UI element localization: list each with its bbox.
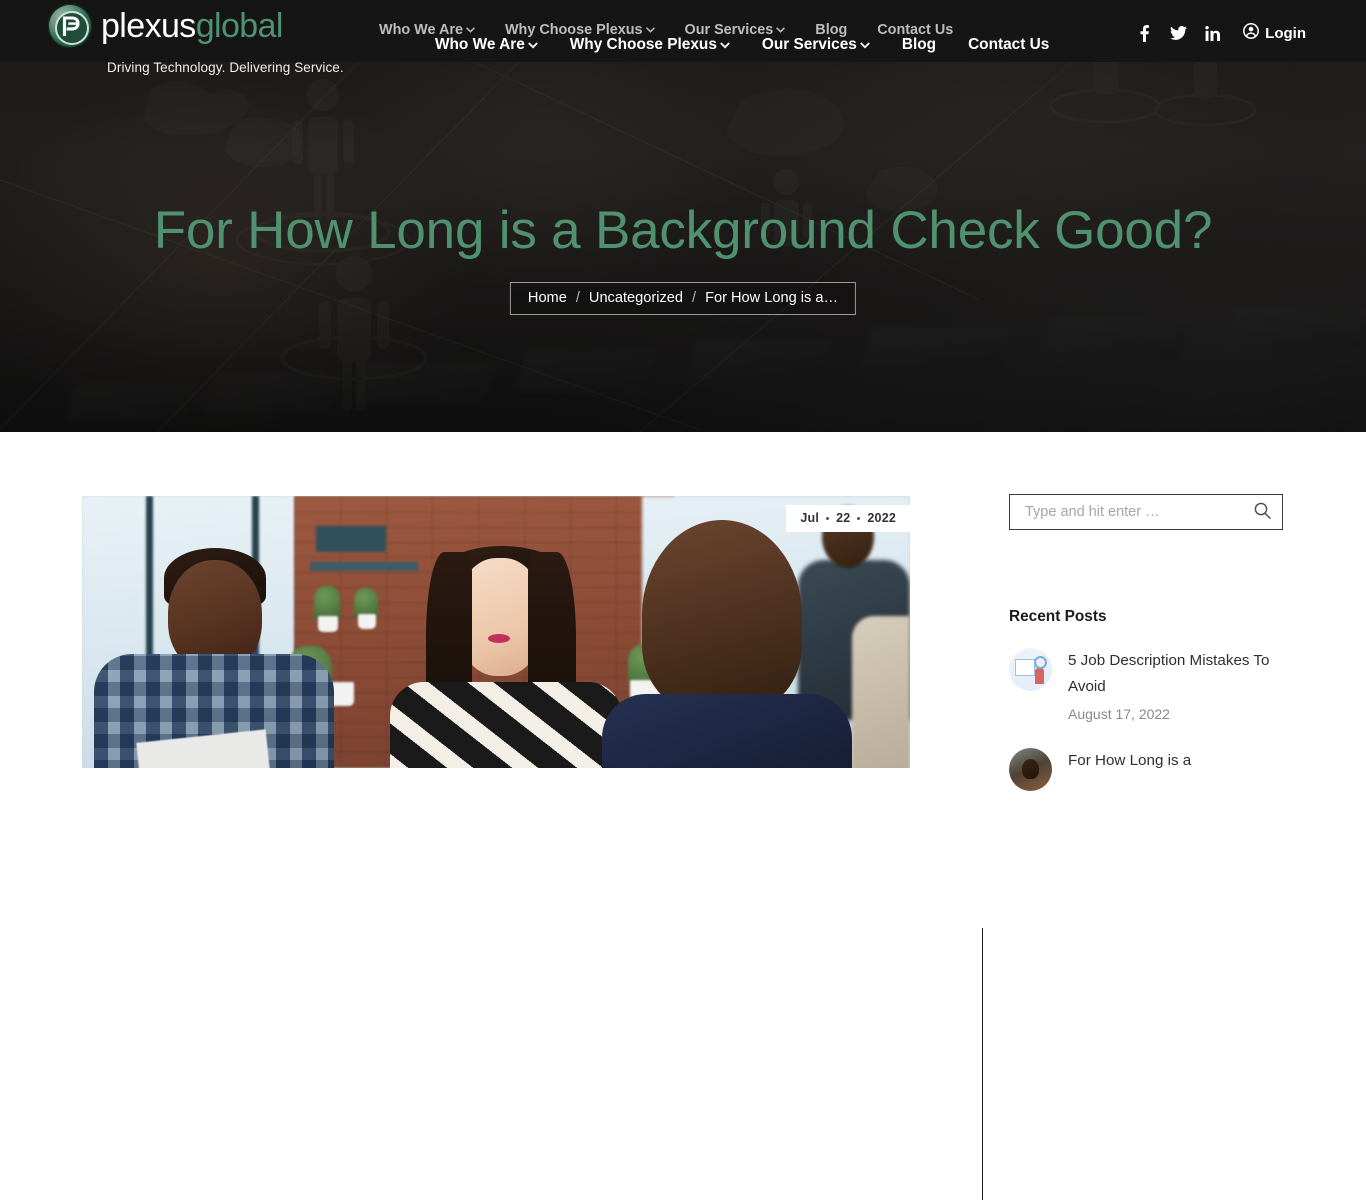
recent-post-title[interactable]: 5 Job Description Mistakes To Avoid (1068, 648, 1283, 700)
linkedin-icon[interactable] (1195, 18, 1229, 48)
twitter-icon[interactable] (1161, 18, 1195, 48)
nav-label: Why Choose Plexus (569, 36, 717, 53)
recent-post-item[interactable]: 5 Job Description Mistakes To Avoid Augu… (1009, 648, 1283, 726)
recent-post-thumbnail (1009, 648, 1052, 691)
post-date-month: Jul (800, 511, 820, 525)
recent-posts-list: 5 Job Description Mistakes To Avoid Augu… (1009, 648, 1283, 791)
sidebar: Recent Posts 5 Job Description Mistakes … (1009, 494, 1283, 813)
logo-tagline: Driving Technology. Delivering Service. (107, 60, 344, 75)
person-right-body (602, 694, 852, 768)
site-logo[interactable]: plexusglobal (48, 4, 283, 48)
main-content: Jul 22 2022 Recent Posts (0, 432, 1366, 1200)
search-box[interactable] (1009, 494, 1283, 530)
breadcrumb-item-current: For How Long is a… (705, 290, 839, 306)
nav-item-blog[interactable]: Blog (902, 36, 936, 54)
facebook-icon[interactable] (1127, 18, 1161, 48)
nav-label: Our Services (761, 36, 857, 53)
recent-post-item[interactable]: For How Long is a (1009, 748, 1283, 791)
breadcrumb-item-home[interactable]: Home (528, 290, 567, 306)
post-featured-image[interactable]: Jul 22 2022 (82, 496, 910, 768)
post-column: Jul 22 2022 (82, 496, 910, 768)
plant-pot (358, 614, 376, 629)
nav-item-contact-us[interactable]: Contact Us (968, 36, 1049, 54)
chevron-down-icon (860, 41, 870, 49)
date-dot (826, 516, 830, 520)
search-button[interactable] (1242, 495, 1282, 529)
page-title: For How Long is a Background Check Good? (153, 201, 1213, 260)
nav-item-why-choose-plexus[interactable]: Why Choose Plexus (570, 36, 730, 54)
breadcrumb: Home / Uncategorized / For How Long is a… (509, 282, 857, 315)
background-person-2 (852, 616, 910, 768)
nav-label: Who We Are (435, 36, 525, 53)
breadcrumb-separator: / (575, 290, 580, 306)
site-header: plexusglobal Who We Are Why Choose Plexu… (0, 0, 1366, 62)
person-right-head (642, 520, 802, 710)
post-date-badge: Jul 22 2022 (786, 505, 910, 532)
person-center-lips (488, 634, 510, 643)
recent-post-title[interactable]: For How Long is a (1068, 748, 1283, 774)
post-date-day: 22 (836, 511, 851, 525)
person-center-body (390, 682, 622, 768)
header-actions: Login (1127, 18, 1306, 48)
search-input[interactable] (1010, 495, 1242, 529)
chevron-down-icon (466, 27, 475, 33)
recent-post-thumbnail (1009, 748, 1052, 791)
plexus-logo-icon (48, 4, 92, 48)
plant (314, 586, 340, 620)
office-scene (82, 496, 910, 768)
chevron-down-icon (645, 27, 655, 33)
sidebar-divider (982, 928, 983, 1200)
chevron-down-icon (527, 41, 538, 49)
login-label: Login (1265, 24, 1306, 42)
nav-item-our-services[interactable]: Our Services (762, 36, 870, 54)
chevron-down-icon (720, 41, 730, 49)
search-icon (1254, 502, 1271, 522)
plant-pot (318, 616, 338, 632)
shelf-upper (316, 526, 386, 552)
chevron-down-icon (776, 27, 786, 33)
logo-wordmark: plexusglobal (101, 9, 283, 43)
shelf-lower (310, 562, 418, 571)
recent-posts-heading: Recent Posts (1009, 608, 1107, 625)
post-date-year: 2022 (867, 511, 896, 525)
login-button[interactable]: Login (1243, 23, 1306, 43)
recent-post-date: August 17, 2022 (1068, 706, 1170, 722)
nav-label: Blog (901, 36, 937, 53)
breadcrumb-item-category[interactable]: Uncategorized (589, 290, 683, 306)
logo-word-primary: plexus (101, 7, 196, 45)
logo-word-accent: global (195, 7, 284, 45)
breadcrumb-separator: / (692, 290, 697, 306)
nav-label: Contact Us (968, 36, 1050, 53)
primary-nav: Who We Are Why Choose Plexus Our Service… (435, 36, 1049, 54)
nav-item-who-we-are[interactable]: Who We Are (435, 36, 538, 54)
post-card: Jul 22 2022 (82, 496, 910, 768)
date-dot (857, 516, 861, 520)
user-icon (1243, 23, 1260, 43)
